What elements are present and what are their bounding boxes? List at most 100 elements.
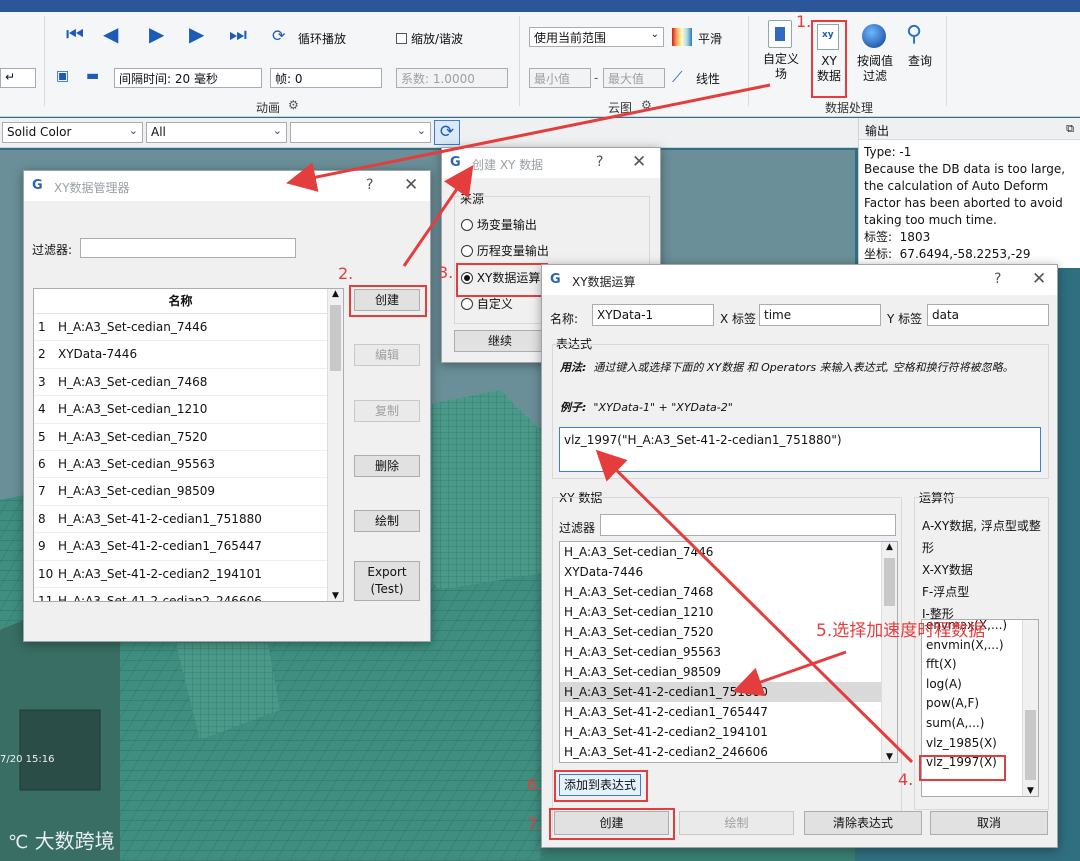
- xy-data-icon[interactable]: xy: [817, 24, 839, 50]
- x-label-input[interactable]: time: [759, 304, 881, 326]
- record-icon[interactable]: ▬: [86, 68, 99, 84]
- mgr-copy-button[interactable]: 复制: [354, 400, 420, 422]
- list-item[interactable]: H_A:A3_Set-cedian_95563: [560, 642, 881, 662]
- scroll-thumb[interactable]: [1025, 710, 1036, 780]
- close-icon[interactable]: ✕: [1032, 269, 1046, 289]
- close-icon[interactable]: ✕: [632, 152, 646, 172]
- mgr-filter-input[interactable]: [80, 238, 296, 258]
- operator-scrollbar[interactable]: ▼: [1022, 620, 1038, 796]
- radio-field-output[interactable]: 场变量输出: [461, 216, 537, 233]
- operator-item[interactable]: vlz_1985(X): [922, 734, 1022, 754]
- radio-history-output[interactable]: 历程变量输出: [461, 242, 549, 259]
- filter-all-select[interactable]: All ⌄: [146, 122, 287, 143]
- name-input[interactable]: XYData-1: [592, 304, 714, 326]
- operator-item[interactable]: pow(A,F): [922, 694, 1022, 714]
- scroll-down-icon[interactable]: ▼: [332, 591, 339, 601]
- xy-data-button[interactable]: XY 数据: [812, 54, 846, 84]
- table-row[interactable]: 8 H_A:A3_Set-41-2-cedian1_751880: [34, 506, 327, 534]
- add-to-expression-button[interactable]: 添加到表达式: [559, 774, 641, 796]
- radio-custom[interactable]: 自定义: [461, 295, 513, 312]
- help-icon[interactable]: ?: [994, 271, 1001, 287]
- operator-item[interactable]: sum(A,...): [922, 714, 1022, 734]
- table-row[interactable]: 2 XYData-7446: [34, 341, 327, 369]
- prev-frame-icon[interactable]: ◀: [103, 22, 118, 46]
- save-icon[interactable]: ▣: [56, 68, 69, 84]
- mgr-delete-button[interactable]: 删除: [354, 455, 420, 477]
- list-item[interactable]: H_A:A3_Set-41-2-cedian1_765447: [560, 702, 881, 722]
- coef-field[interactable]: 系数: 1.0000: [396, 68, 508, 88]
- last-frame-icon[interactable]: ⏭: [229, 22, 247, 46]
- close-icon[interactable]: ✕: [404, 175, 418, 195]
- list-item[interactable]: H_A:A3_Set-cedian_98509: [560, 662, 881, 682]
- scroll-down-icon[interactable]: ▼: [886, 752, 893, 762]
- row-index: 8: [38, 511, 46, 526]
- custom-field-button[interactable]: 自定义 场: [758, 52, 804, 82]
- mgr-edit-button[interactable]: 编辑: [354, 344, 420, 366]
- list-item[interactable]: H_A:A3_Set-41-2-cedian2_246606: [560, 742, 881, 762]
- expression-input[interactable]: vlz_1997("H_A:A3_Set-41-2-cedian1_751880…: [559, 427, 1041, 472]
- table-row[interactable]: 6 H_A:A3_Set-cedian_95563: [34, 451, 327, 479]
- table-row[interactable]: 4 H_A:A3_Set-cedian_1210: [34, 396, 327, 424]
- table-row[interactable]: 11 H_A:A3_Set-41-2-cedian2_246606: [34, 588, 327, 601]
- cloud-settings-icon[interactable]: ⚙: [641, 98, 652, 112]
- next-frame-icon[interactable]: ▶: [189, 22, 204, 46]
- mgr-create-button[interactable]: 创建: [354, 289, 420, 311]
- mgr-plot-button[interactable]: 绘制: [354, 510, 420, 532]
- table-row[interactable]: 3 H_A:A3_Set-cedian_7468: [34, 369, 327, 397]
- min-field[interactable]: 最小值: [529, 68, 591, 88]
- list-item[interactable]: H_A:A3_Set-41-2-cedian1_751880: [560, 682, 881, 702]
- frame-field[interactable]: 帧: 0: [270, 68, 382, 88]
- linear-icon[interactable]: ⟋: [672, 68, 683, 86]
- refresh-icon[interactable]: ⟳: [434, 120, 460, 145]
- scroll-thumb[interactable]: [330, 305, 341, 371]
- clear-expression-button[interactable]: 清除表达式: [804, 811, 922, 835]
- xy-filter-input[interactable]: [600, 514, 896, 536]
- operator-item[interactable]: log(A): [922, 675, 1022, 695]
- ribbon-left-input[interactable]: ↵: [0, 68, 36, 88]
- scroll-thumb[interactable]: [884, 558, 895, 606]
- zoom-pan-checkbox[interactable]: 缩放/谐波: [396, 30, 463, 47]
- scroll-up-icon[interactable]: ▲: [328, 289, 343, 299]
- table-row[interactable]: 7 H_A:A3_Set-cedian_98509: [34, 478, 327, 506]
- scroll-down-icon[interactable]: ▼: [1027, 786, 1034, 796]
- smooth-colormap-icon[interactable]: [672, 28, 692, 46]
- loop-icon[interactable]: ⟳: [272, 26, 285, 45]
- xy-data-scrollbar[interactable]: ▲ ▼: [881, 542, 897, 762]
- play-icon[interactable]: ▶: [149, 22, 164, 46]
- smooth-label[interactable]: 平滑: [698, 30, 722, 47]
- help-icon[interactable]: ?: [596, 154, 603, 170]
- list-item[interactable]: H_A:A3_Set-41-2-cedian2_194101: [560, 722, 881, 742]
- cancel-button[interactable]: 取消: [930, 811, 1048, 835]
- ops-create-button[interactable]: 创建: [554, 811, 669, 835]
- ops-plot-button[interactable]: 绘制: [679, 811, 794, 835]
- query-button[interactable]: 查询: [904, 54, 936, 69]
- continue-button[interactable]: 继续: [454, 330, 546, 352]
- query-search-icon[interactable]: ⚲: [906, 22, 922, 47]
- help-icon[interactable]: ?: [366, 177, 373, 193]
- third-select[interactable]: ⌄: [290, 122, 431, 143]
- table-row[interactable]: 1 H_A:A3_Set-cedian_7446: [34, 314, 327, 342]
- table-row[interactable]: 10 H_A:A3_Set-41-2-cedian2_194101: [34, 561, 327, 588]
- loop-play-label[interactable]: 循环播放: [298, 30, 346, 47]
- color-mode-select[interactable]: Solid Color ⌄: [2, 122, 143, 143]
- list-item[interactable]: H_A:A3_Set-cedian_7468: [560, 582, 881, 602]
- scroll-up-icon[interactable]: ▲: [882, 542, 897, 552]
- custom-field-icon[interactable]: [768, 20, 792, 48]
- mgr-scrollbar[interactable]: ▲ ▼: [327, 289, 343, 601]
- mgr-export-button[interactable]: Export (Test): [354, 561, 420, 601]
- table-row[interactable]: 9 H_A:A3_Set-41-2-cedian1_765447: [34, 533, 327, 561]
- y-label-input[interactable]: data: [927, 304, 1049, 326]
- first-frame-icon[interactable]: ⏮: [66, 22, 84, 46]
- threshold-filter-button[interactable]: 按阈值 过滤: [852, 54, 898, 84]
- table-row[interactable]: 5 H_A:A3_Set-cedian_7520: [34, 424, 327, 451]
- range-select[interactable]: 使用当前范围 ⌄: [529, 27, 664, 47]
- anim-settings-icon[interactable]: ⚙: [288, 98, 299, 112]
- operator-item[interactable]: fft(X): [922, 655, 1022, 675]
- threshold-filter-icon[interactable]: [862, 24, 886, 48]
- max-field[interactable]: 最大值: [603, 68, 665, 88]
- list-item[interactable]: XYData-7446: [560, 562, 881, 582]
- interval-field[interactable]: 间隔时间: 20 毫秒: [114, 68, 262, 88]
- restore-icon[interactable]: ⧉: [1066, 122, 1074, 136]
- linear-label[interactable]: 线性: [696, 70, 720, 87]
- list-item[interactable]: H_A:A3_Set-cedian_7446: [560, 542, 881, 562]
